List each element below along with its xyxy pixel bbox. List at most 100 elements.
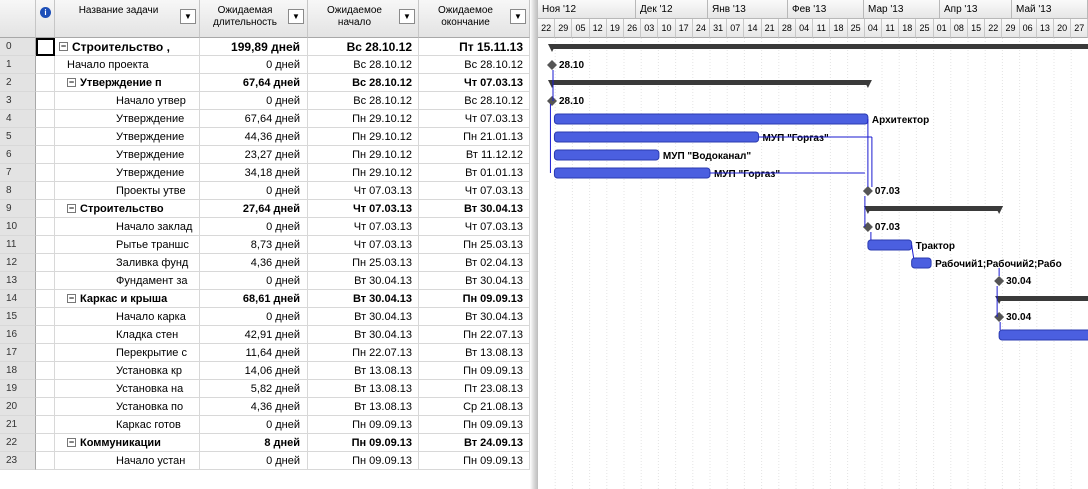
- start-cell[interactable]: Вт 13.08.13: [308, 380, 419, 398]
- finish-cell[interactable]: Пт 15.11.13: [419, 38, 530, 56]
- duration-cell[interactable]: 23,27 дней: [200, 146, 308, 164]
- task-name-cell[interactable]: Начало утвер: [55, 92, 200, 110]
- timescale-day[interactable]: 20: [1054, 19, 1072, 38]
- row-id[interactable]: 17: [0, 344, 36, 362]
- timescale-day[interactable]: 08: [950, 19, 968, 38]
- timescale-day[interactable]: 14: [744, 19, 762, 38]
- duration-cell[interactable]: 0 дней: [200, 56, 308, 74]
- finish-cell[interactable]: Вт 30.04.13: [419, 272, 530, 290]
- timescale-day[interactable]: 13: [1036, 19, 1054, 38]
- task-name-cell[interactable]: Кладка стен: [55, 326, 200, 344]
- duration-cell[interactable]: 68,61 дней: [200, 290, 308, 308]
- finish-cell[interactable]: Чт 07.03.13: [419, 218, 530, 236]
- timescale-day[interactable]: 03: [641, 19, 659, 38]
- row-id[interactable]: 0: [0, 38, 36, 56]
- table-row[interactable]: 0− Строительство , 199,89 дней Вс 28.10.12 П…: [0, 38, 530, 56]
- task-name-cell[interactable]: Рытье траншс: [55, 236, 200, 254]
- finish-cell[interactable]: Чт 07.03.13: [419, 110, 530, 128]
- finish-cell[interactable]: Вт 24.09.13: [419, 434, 530, 452]
- collapse-icon[interactable]: −: [67, 77, 76, 87]
- duration-cell[interactable]: 14,06 дней: [200, 362, 308, 380]
- timescale-day[interactable]: 21: [761, 19, 779, 38]
- task-bar[interactable]: [911, 257, 932, 269]
- duration-cell[interactable]: 0 дней: [200, 308, 308, 326]
- table-row[interactable]: 9− Строительство 27,64 дней Чт 07.03.13 Вт 3…: [0, 200, 530, 218]
- finish-cell[interactable]: Вс 28.10.12: [419, 92, 530, 110]
- timescale-day[interactable]: 25: [847, 19, 865, 38]
- table-row[interactable]: 18 Установка кр 14,06 дней Вт 13.08.13 Пн 09…: [0, 362, 530, 380]
- row-id[interactable]: 8: [0, 182, 36, 200]
- start-cell[interactable]: Пн 25.03.13: [308, 254, 419, 272]
- duration-cell[interactable]: 5,82 дней: [200, 380, 308, 398]
- timescale-day[interactable]: 10: [658, 19, 676, 38]
- task-name-cell[interactable]: Заливка фунд: [55, 254, 200, 272]
- summary-bar[interactable]: [552, 80, 868, 85]
- row-id[interactable]: 6: [0, 146, 36, 164]
- row-id-header[interactable]: [0, 0, 36, 38]
- finish-cell[interactable]: Пн 09.09.13: [419, 290, 530, 308]
- table-row[interactable]: 14− Каркас и крыша 68,61 дней Вт 30.04.13 Пн…: [0, 290, 530, 308]
- start-cell[interactable]: Вт 30.04.13: [308, 326, 419, 344]
- timescale-day[interactable]: 06: [1019, 19, 1037, 38]
- timescale-day[interactable]: 18: [899, 19, 917, 38]
- task-bar[interactable]: [553, 149, 660, 161]
- start-cell[interactable]: Вс 28.10.12: [308, 38, 419, 56]
- finish-filter-button[interactable]: ▼: [510, 9, 526, 24]
- duration-cell[interactable]: 4,36 дней: [200, 398, 308, 416]
- timescale-day[interactable]: 04: [864, 19, 882, 38]
- task-name-cell[interactable]: Утверждение: [55, 128, 200, 146]
- duration-cell[interactable]: 0 дней: [200, 92, 308, 110]
- task-name-cell[interactable]: Утверждение: [55, 110, 200, 128]
- finish-cell[interactable]: Вт 01.01.13: [419, 164, 530, 182]
- timescale-day[interactable]: 29: [1002, 19, 1020, 38]
- row-id[interactable]: 11: [0, 236, 36, 254]
- start-cell[interactable]: Вт 30.04.13: [308, 308, 419, 326]
- start-cell[interactable]: Пн 29.10.12: [308, 164, 419, 182]
- timescale-day[interactable]: 04: [796, 19, 814, 38]
- timescale-day[interactable]: 22: [985, 19, 1003, 38]
- task-bar[interactable]: [867, 239, 913, 251]
- task-name-cell[interactable]: Проекты утве: [55, 182, 200, 200]
- table-row[interactable]: 7 Утверждение 34,18 дней Пн 29.10.12 Вт 01.0…: [0, 164, 530, 182]
- row-id[interactable]: 22: [0, 434, 36, 452]
- timescale-day[interactable]: 31: [710, 19, 728, 38]
- row-id[interactable]: 3: [0, 92, 36, 110]
- table-row[interactable]: 5 Утверждение 44,36 дней Пн 29.10.12 Пн 21.0…: [0, 128, 530, 146]
- duration-cell[interactable]: 67,64 дней: [200, 110, 308, 128]
- task-name-cell[interactable]: − Утверждение п: [55, 74, 200, 92]
- start-cell[interactable]: Чт 07.03.13: [308, 182, 419, 200]
- duration-cell[interactable]: 42,91 дней: [200, 326, 308, 344]
- start-cell[interactable]: Пн 09.09.13: [308, 452, 419, 470]
- timescale-month[interactable]: Дек '12: [636, 0, 708, 19]
- duration-cell[interactable]: 11,64 дней: [200, 344, 308, 362]
- task-name-cell[interactable]: − Строительство: [55, 200, 200, 218]
- task-name-cell[interactable]: Фундамент за: [55, 272, 200, 290]
- summary-bar[interactable]: [552, 44, 1088, 49]
- table-row[interactable]: 1 Начало проекта 0 дней Вс 28.10.12 Вс 28.10…: [0, 56, 530, 74]
- start-cell[interactable]: Вт 30.04.13: [308, 272, 419, 290]
- task-bar[interactable]: [998, 329, 1088, 341]
- start-cell[interactable]: Чт 07.03.13: [308, 236, 419, 254]
- row-id[interactable]: 20: [0, 398, 36, 416]
- table-row[interactable]: 15 Начало карка 0 дней Вт 30.04.13 Вт 30.04.…: [0, 308, 530, 326]
- start-cell[interactable]: Вс 28.10.12: [308, 56, 419, 74]
- indicators-header[interactable]: i: [36, 0, 55, 38]
- row-id[interactable]: 14: [0, 290, 36, 308]
- gantt-bars[interactable]: 28.10 28.10 Архитектор МУП "Горгаз" МУП "Вод…: [538, 38, 1088, 489]
- finish-cell[interactable]: Пн 25.03.13: [419, 236, 530, 254]
- timescale-month[interactable]: Янв '13: [708, 0, 788, 19]
- row-id[interactable]: 13: [0, 272, 36, 290]
- timescale-day[interactable]: 28: [778, 19, 796, 38]
- start-cell[interactable]: Пн 22.07.13: [308, 344, 419, 362]
- table-row[interactable]: 20 Установка по 4,36 дней Вт 13.08.13 Ср 21.…: [0, 398, 530, 416]
- task-name-cell[interactable]: Начало карка: [55, 308, 200, 326]
- timescale-day[interactable]: 07: [727, 19, 745, 38]
- table-row[interactable]: 23 Начало устан 0 дней Пн 09.09.13 Пн 09.09.…: [0, 452, 530, 470]
- duration-cell[interactable]: 0 дней: [200, 416, 308, 434]
- task-name-cell[interactable]: Начало устан: [55, 452, 200, 470]
- timescale-day[interactable]: 05: [572, 19, 590, 38]
- finish-cell[interactable]: Чт 07.03.13: [419, 182, 530, 200]
- start-cell[interactable]: Чт 07.03.13: [308, 200, 419, 218]
- start-cell[interactable]: Вт 13.08.13: [308, 398, 419, 416]
- timescale-day[interactable]: 19: [606, 19, 624, 38]
